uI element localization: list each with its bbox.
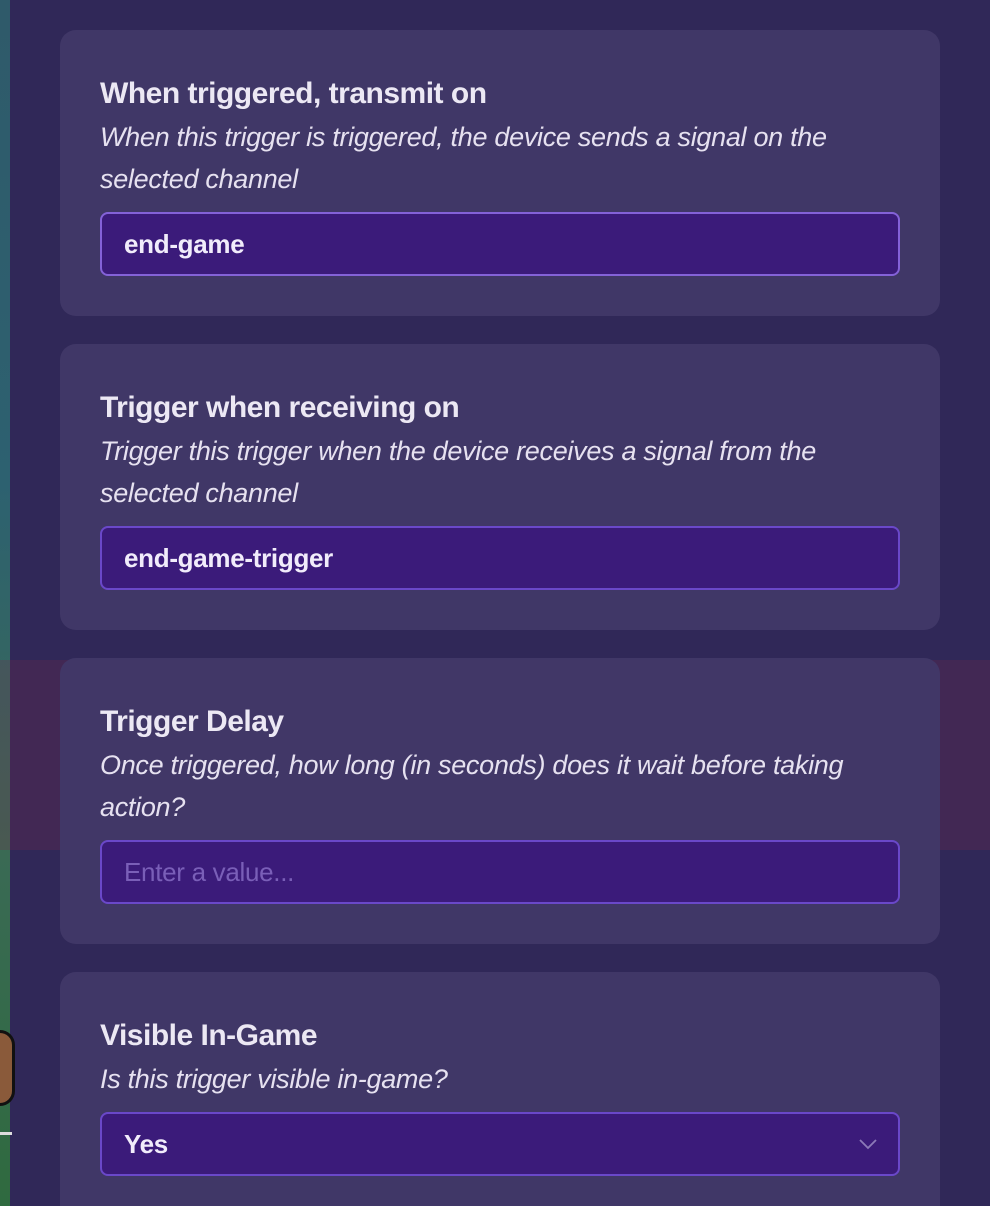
background-line (0, 1132, 12, 1135)
game-background-edge (0, 0, 10, 1206)
setting-description: When this trigger is triggered, the devi… (100, 122, 827, 194)
setting-title: Trigger Delay (100, 705, 284, 738)
setting-description: Is this trigger visible in-game? (100, 1064, 448, 1094)
setting-title: When triggered, transmit on (100, 77, 487, 110)
setting-panel-transmit: When triggered, transmit on When this tr… (60, 30, 940, 316)
background-object (0, 1030, 15, 1106)
receive-channel-input[interactable]: end-game-trigger (100, 526, 900, 590)
setting-title: Visible In-Game (100, 1019, 318, 1052)
transmit-channel-input[interactable]: end-game (100, 212, 900, 276)
setting-description: Once triggered, how long (in seconds) do… (100, 750, 844, 822)
setting-panel-visible: Visible In-Game Is this trigger visible … (60, 972, 940, 1206)
trigger-delay-input[interactable]: Enter a value... (100, 840, 900, 904)
setting-panel-receive: Trigger when receiving on Trigger this t… (60, 344, 940, 630)
chevron-down-icon (859, 1139, 877, 1150)
visible-in-game-select[interactable]: Yes (100, 1112, 900, 1176)
setting-panel-delay: Trigger Delay Once triggered, how long (… (60, 658, 940, 944)
setting-description: Trigger this trigger when the device rec… (100, 436, 816, 508)
setting-title: Trigger when receiving on (100, 391, 460, 424)
select-value: Yes (124, 1129, 168, 1159)
